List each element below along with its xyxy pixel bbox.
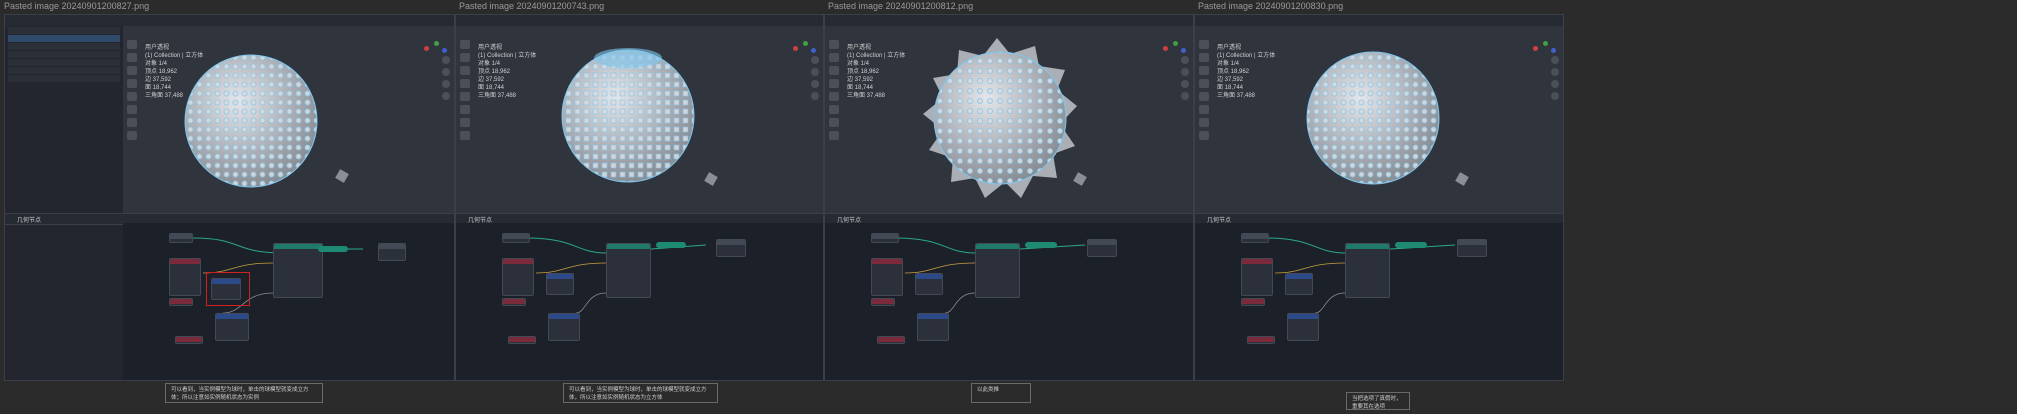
cube-node[interactable] bbox=[215, 313, 249, 341]
cube-node[interactable] bbox=[917, 313, 949, 341]
3d-viewport[interactable]: 用户透视 (1) Collection | 立方体 对象 1/4 顶点 18,9… bbox=[456, 26, 823, 213]
screenshot-panel-1: Pasted image 20240901200827.png 用户透视 (1)… bbox=[0, 0, 455, 414]
panel-title: Pasted image 20240901200830.png bbox=[1198, 1, 1344, 11]
node-editor[interactable] bbox=[456, 223, 823, 380]
note-caption: 可以看到，当实例模型为球时，单击的球模型就变成立方体；所以注意如实例随机状态为实… bbox=[165, 383, 323, 403]
group-output-node[interactable] bbox=[1457, 239, 1487, 257]
cone-node[interactable] bbox=[877, 336, 905, 344]
set-material-node[interactable] bbox=[318, 246, 348, 252]
note-caption: 当把选项了真假时，重要其在选项 bbox=[1346, 392, 1410, 410]
node-editor[interactable] bbox=[825, 223, 1193, 380]
note-caption: 以此类推 bbox=[971, 383, 1031, 403]
panel-title: Pasted image 20240901200743.png bbox=[459, 1, 605, 11]
panel-title: Pasted image 20240901200827.png bbox=[4, 1, 150, 11]
outliner-row[interactable] bbox=[8, 27, 120, 34]
screenshot-panel-3: Pasted image 20240901200812.png 用户透视 (1)… bbox=[824, 0, 1194, 414]
group-input-node[interactable] bbox=[1241, 233, 1269, 243]
ico-sphere-node[interactable] bbox=[871, 298, 895, 306]
blender-window: 用户透视 (1) Collection | 立方体 对象 1/4 顶点 18,9… bbox=[4, 14, 455, 381]
group-output-node[interactable] bbox=[716, 239, 746, 257]
ico-sphere-node[interactable] bbox=[169, 298, 193, 306]
outliner-row[interactable] bbox=[8, 35, 120, 42]
distribute-points-node[interactable] bbox=[502, 258, 534, 296]
node-editor[interactable] bbox=[1195, 223, 1563, 380]
camera-icon bbox=[1455, 172, 1469, 186]
random-value-node[interactable] bbox=[1285, 273, 1313, 295]
group-input-node[interactable] bbox=[169, 233, 193, 243]
group-output-node[interactable] bbox=[1087, 239, 1117, 257]
group-output-node[interactable] bbox=[378, 243, 406, 261]
set-material-node[interactable] bbox=[1025, 242, 1057, 248]
outliner-row[interactable] bbox=[8, 43, 120, 50]
outliner-panel[interactable] bbox=[5, 26, 124, 380]
ico-sphere-node[interactable] bbox=[502, 298, 526, 306]
camera-icon bbox=[1073, 172, 1087, 186]
instance-on-points-node[interactable] bbox=[606, 243, 651, 298]
outliner-row[interactable] bbox=[8, 51, 120, 58]
group-input-node[interactable] bbox=[871, 233, 899, 243]
sphere-render bbox=[923, 38, 1087, 198]
blender-window: 用户透视 (1) Collection | 立方体 对象 1/4 顶点 18,9… bbox=[455, 14, 824, 381]
screenshot-panel-2: Pasted image 20240901200743.png 用户透视 (1)… bbox=[455, 0, 824, 414]
random-value-node[interactable] bbox=[915, 273, 943, 295]
cone-node[interactable] bbox=[508, 336, 536, 344]
screenshot-panel-4: Pasted image 20240901200830.png 用户透视 (1)… bbox=[1194, 0, 2017, 414]
blender-window: 用户透视 (1) Collection | 立方体 对象 1/4 顶点 18,9… bbox=[824, 14, 1194, 381]
cube-node[interactable] bbox=[1287, 313, 1319, 341]
distribute-points-node[interactable] bbox=[169, 258, 201, 296]
sphere-render bbox=[184, 54, 349, 188]
3d-viewport[interactable]: 用户透视 (1) Collection | 立方体 对象 1/4 顶点 18,9… bbox=[1195, 26, 1563, 213]
cone-node[interactable] bbox=[175, 336, 203, 344]
distribute-points-node[interactable] bbox=[1241, 258, 1273, 296]
panel-title: Pasted image 20240901200812.png bbox=[828, 1, 974, 11]
camera-icon bbox=[704, 172, 718, 186]
note-caption: 可以看到，当实例模型为球时，单击的球模型就变成立方体，所以注意如实例随机状态为立… bbox=[563, 383, 718, 403]
sphere-render bbox=[561, 48, 718, 186]
3d-viewport[interactable]: 用户透视 (1) Collection | 立方体 对象 1/4 顶点 18,9… bbox=[123, 26, 454, 213]
camera-icon bbox=[335, 169, 349, 183]
set-material-node[interactable] bbox=[1395, 242, 1427, 248]
instance-on-points-node[interactable] bbox=[1345, 243, 1390, 298]
outliner-row[interactable] bbox=[8, 75, 120, 82]
sphere-render bbox=[1306, 51, 1469, 186]
cone-node[interactable] bbox=[1247, 336, 1275, 344]
ico-sphere-node[interactable] bbox=[1241, 298, 1265, 306]
highlight-box bbox=[206, 272, 250, 306]
random-value-node[interactable] bbox=[546, 273, 574, 295]
blender-window: 用户透视 (1) Collection | 立方体 对象 1/4 顶点 18,9… bbox=[1194, 14, 1564, 381]
group-input-node[interactable] bbox=[502, 233, 530, 243]
outliner-row[interactable] bbox=[8, 67, 120, 74]
instance-on-points-node[interactable] bbox=[273, 243, 323, 298]
set-material-node[interactable] bbox=[656, 242, 686, 248]
3d-viewport[interactable]: 用户透视 (1) Collection | 立方体 对象 1/4 顶点 18,9… bbox=[825, 26, 1193, 213]
node-editor[interactable] bbox=[123, 223, 454, 380]
outliner-row[interactable] bbox=[8, 59, 120, 66]
instance-on-points-node[interactable] bbox=[975, 243, 1020, 298]
distribute-points-node[interactable] bbox=[871, 258, 903, 296]
cube-node[interactable] bbox=[548, 313, 580, 341]
